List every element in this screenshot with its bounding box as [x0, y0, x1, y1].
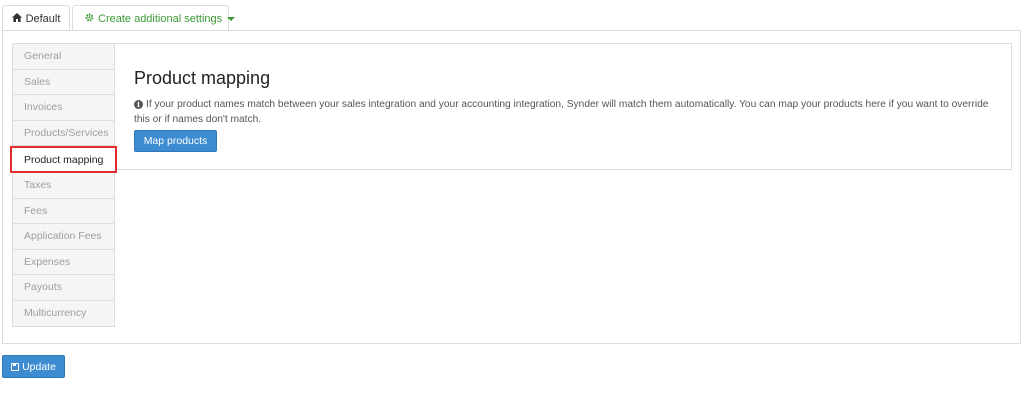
- map-products-button[interactable]: Map products: [134, 130, 217, 152]
- sidebar-item-label: General: [24, 50, 62, 63]
- chevron-down-icon: [227, 16, 236, 21]
- gear-icon: [85, 13, 94, 25]
- info-icon: i: [134, 100, 143, 109]
- settings-panel: General Sales Invoices Products/Services…: [2, 30, 1021, 344]
- sidebar-item-fees[interactable]: Fees: [13, 199, 114, 224]
- tab-additional-label: Create additional settings: [98, 12, 223, 25]
- save-icon: [11, 362, 20, 371]
- sidebar-item-label: Fees: [24, 204, 48, 217]
- page-title: Product mapping: [134, 68, 271, 88]
- sidebar-item-label: Expenses: [24, 255, 71, 268]
- sidebar-item-label: Invoices: [24, 101, 63, 114]
- sidebar-item-label: Payouts: [24, 281, 62, 294]
- sidebar-item-label: Taxes: [24, 179, 52, 192]
- info-text: If your product names match between your…: [134, 99, 989, 125]
- sidebar-item-label: Products/Services: [24, 126, 109, 139]
- sidebar-item-label: Sales: [24, 75, 51, 88]
- sidebar-item-label: Multicurrency: [24, 307, 87, 320]
- sidebar-item-product-mapping[interactable]: Product mapping: [10, 146, 117, 173]
- update-button-label: Update: [22, 360, 56, 373]
- sidebar-item-taxes[interactable]: Taxes: [13, 173, 114, 199]
- product-mapping-section: Product mapping i If your product names m…: [114, 43, 1012, 170]
- info-message: i If your product names match between you…: [134, 97, 999, 127]
- sidebar-item-expenses[interactable]: Expenses: [13, 250, 114, 275]
- tab-default-label: Default: [25, 12, 61, 25]
- sidebar-item-products-services[interactable]: Products/Services: [13, 121, 114, 146]
- sidebar-item-label: Product mapping: [24, 153, 104, 166]
- sidebar-item-sales[interactable]: Sales: [13, 70, 114, 95]
- sidebar-item-payouts[interactable]: Payouts: [13, 275, 114, 301]
- tab-create-additional-settings[interactable]: Create additional settings: [72, 5, 236, 31]
- settings-sidebar: General Sales Invoices Products/Services…: [10, 43, 117, 327]
- sidebar-item-invoices[interactable]: Invoices: [13, 95, 114, 121]
- sidebar-item-label: Application Fees: [24, 230, 102, 243]
- sidebar-item-application-fees[interactable]: Application Fees: [13, 224, 114, 250]
- update-button[interactable]: Update: [2, 355, 65, 378]
- settings-tabs: Default Create additional settings: [2, 5, 236, 31]
- sidebar-item-general[interactable]: General: [13, 44, 114, 70]
- sidebar-item-multicurrency[interactable]: Multicurrency: [13, 301, 114, 327]
- home-icon: [11, 12, 22, 25]
- tab-default[interactable]: Default: [2, 5, 70, 31]
